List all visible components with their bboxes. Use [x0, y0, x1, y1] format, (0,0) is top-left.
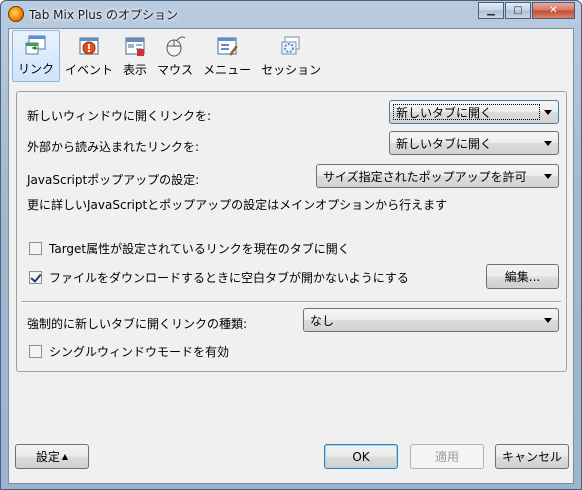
js-popup-select[interactable]: サイズ指定されたポップアップを許可: [316, 164, 559, 188]
menu-icon: [215, 34, 239, 58]
single-window-option[interactable]: シングルウィンドウモードを有効: [29, 343, 229, 360]
close-button[interactable]: ✕: [532, 2, 575, 19]
triangle-up-icon: ▲: [61, 452, 69, 461]
target-attr-label: Target属性が設定されているリンクを現在のタブに開く: [49, 242, 350, 256]
download-option[interactable]: ファイルをダウンロードするときに空白タブが開かないようにする: [29, 269, 409, 286]
event-icon: [77, 34, 101, 58]
new-window-label: 新しいウィンドウに開くリンクを:: [27, 109, 212, 123]
target-attr-checkbox[interactable]: [29, 242, 42, 255]
chevron-down-icon: [544, 110, 552, 115]
tab-events-label: イベント: [65, 63, 114, 77]
minimize-button[interactable]: ▁: [478, 2, 504, 19]
dialog-client-area: リンク イベント 表示 マウス メニュー セッション 新しいウィンドウに開くリン…: [8, 28, 574, 484]
chevron-down-icon: [544, 174, 552, 179]
external-links-select[interactable]: 新しいタブに開く: [389, 131, 559, 155]
tab-links[interactable]: リンク: [12, 30, 61, 82]
links-panel: 新しいウィンドウに開くリンクを: 新しいタブに開く 外部から読み込まれたリンクを…: [16, 91, 567, 372]
cancel-button[interactable]: キャンセル: [495, 444, 569, 469]
single-window-checkbox[interactable]: [29, 345, 42, 358]
firefox-icon: [8, 6, 24, 22]
maximize-button[interactable]: □: [505, 2, 531, 19]
force-new-tab-label: 強制的に新しいタブに開くリンクの種類:: [27, 317, 248, 331]
ok-button[interactable]: OK: [324, 444, 398, 469]
external-links-value: 新しいタブに開く: [396, 136, 493, 151]
mouse-icon: [163, 34, 187, 58]
tab-session-label: セッション: [261, 63, 322, 77]
title-bar[interactable]: Tab Mix Plus のオプション ▁ □ ✕: [1, 1, 581, 28]
download-checkbox[interactable]: [29, 271, 42, 284]
settings-label: 設定: [35, 450, 60, 464]
window-title: Tab Mix Plus のオプション: [29, 8, 178, 22]
tab-display[interactable]: 表示: [118, 30, 152, 82]
js-note: 更に詳しいJavaScriptとポップアップの設定はメインオプションから行えます: [27, 198, 448, 212]
tab-menu-label: メニュー: [203, 63, 252, 77]
tab-mouse[interactable]: マウス: [152, 30, 198, 82]
tab-mouse-label: マウス: [157, 63, 194, 77]
session-icon: [279, 34, 303, 58]
force-new-tab-select[interactable]: なし: [303, 308, 559, 332]
caption-buttons: ▁ □ ✕: [478, 2, 575, 19]
external-links-label: 外部から読み込まれたリンクを:: [27, 140, 200, 154]
close-icon: ✕: [549, 5, 558, 16]
tab-links-label: リンク: [18, 62, 55, 76]
chevron-down-icon: [544, 318, 552, 323]
target-attr-option[interactable]: Target属性が設定されているリンクを現在のタブに開く: [29, 240, 350, 257]
category-toolbar: リンク イベント 表示 マウス メニュー セッション: [9, 29, 573, 83]
chevron-down-icon: [544, 141, 552, 146]
js-popup-value: サイズ指定されたポップアップを許可: [323, 169, 527, 184]
options-window: Tab Mix Plus のオプション ▁ □ ✕ リンク イベント 表示 マウ…: [0, 0, 582, 490]
single-window-label: シングルウィンドウモードを有効: [49, 345, 230, 359]
force-new-tab-value: なし: [310, 313, 335, 328]
tab-events[interactable]: イベント: [60, 30, 118, 82]
display-icon: [123, 34, 147, 58]
apply-button[interactable]: 適用: [410, 444, 484, 469]
minimize-icon: ▁: [487, 5, 495, 16]
tab-menu[interactable]: メニュー: [198, 30, 256, 82]
js-popup-label: JavaScriptポップアップの設定:: [27, 173, 200, 187]
settings-button[interactable]: 設定 ▲: [15, 444, 89, 469]
maximize-icon: □: [513, 5, 523, 16]
link-icon: [24, 33, 48, 57]
download-label: ファイルをダウンロードするときに空白タブが開かないようにする: [49, 271, 409, 285]
section-divider: [22, 301, 561, 303]
edit-button[interactable]: 編集...: [486, 264, 559, 289]
tab-display-label: 表示: [123, 63, 148, 77]
tab-session[interactable]: セッション: [256, 30, 326, 82]
new-window-select[interactable]: 新しいタブに開く: [389, 100, 559, 124]
